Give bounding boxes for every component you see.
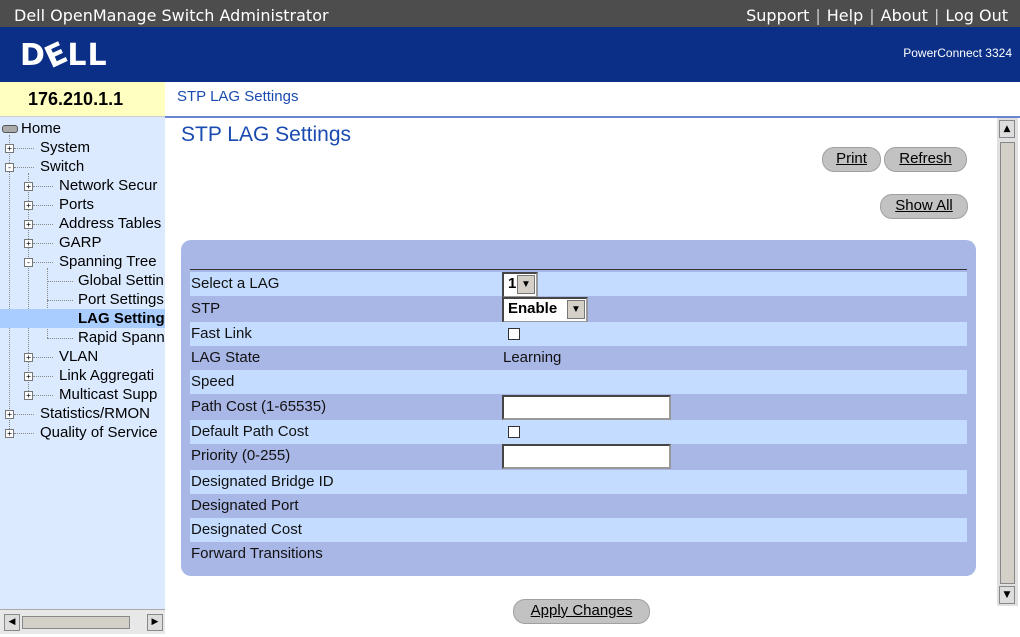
switch-ip-box: 176.210.1.1 (0, 82, 165, 117)
path-cost-input[interactable] (502, 395, 671, 420)
row-speed: Speed (190, 370, 967, 394)
scroll-left-icon[interactable]: ◀ (4, 614, 20, 631)
speed-label: Speed (191, 373, 235, 390)
tree-item-vlan[interactable]: VLAN (59, 347, 98, 366)
designated-port-label: Designated Port (191, 497, 299, 514)
expand-icon[interactable]: + (24, 372, 33, 381)
expand-icon[interactable]: + (5, 429, 14, 438)
logout-link[interactable]: Log Out (939, 6, 1014, 25)
tree-item-network-security[interactable]: Network Secur (59, 176, 157, 195)
product-name: PowerConnect 3324 (903, 46, 1012, 60)
main-content: STP LAG Settings Print Refresh Show All … (165, 118, 997, 637)
lag-select[interactable]: 1 ▼ (502, 272, 538, 298)
fast-link-label: Fast Link (191, 325, 252, 342)
scroll-right-icon[interactable]: ▶ (147, 614, 163, 631)
help-link[interactable]: Help (821, 6, 869, 25)
row-stp: STP Enable ▼ (190, 297, 967, 323)
tree-label-home: Home (21, 120, 62, 137)
header-banner: DELL PowerConnect 3324 (0, 27, 1020, 82)
switch-ip: 176.210.1.1 (28, 89, 124, 109)
row-select-lag: Select a LAG 1 ▼ (190, 272, 967, 298)
breadcrumb-text: STP LAG Settings (177, 88, 299, 105)
navigation-tree: Home + System - Switch + Network Secur +… (0, 117, 165, 609)
about-link[interactable]: About (875, 6, 934, 25)
stp-label: STP (191, 300, 221, 317)
row-lag-state: LAG State Learning (190, 346, 967, 370)
tree-item-link-aggregation[interactable]: Link Aggregati (59, 366, 154, 385)
tree-item-global-settings[interactable]: Global Settin (78, 271, 164, 290)
priority-input[interactable] (502, 444, 671, 469)
row-path-cost: Path Cost (1-65535) (190, 395, 967, 420)
tree-item-home[interactable]: Home (2, 119, 61, 138)
lag-state-value: Learning (503, 349, 562, 366)
tree-item-garp[interactable]: GARP (59, 233, 102, 252)
select-lag-label: Select a LAG (191, 275, 280, 292)
priority-label: Priority (0-255) (191, 447, 291, 464)
scroll-thumb[interactable] (22, 616, 130, 629)
stp-select[interactable]: Enable ▼ (502, 297, 588, 323)
row-designated-port: Designated Port (190, 494, 967, 518)
top-links: Support | Help | About | Log Out (740, 6, 1014, 25)
lag-select-value: 1 (508, 275, 517, 292)
collapse-icon[interactable]: - (24, 258, 33, 267)
expand-icon[interactable]: + (5, 410, 14, 419)
tree-item-multicast-support[interactable]: Multicast Supp (59, 385, 157, 404)
chevron-down-icon: ▼ (567, 300, 585, 319)
tree-item-qos[interactable]: Quality of Service (40, 423, 158, 442)
tree-item-spanning-tree[interactable]: Spanning Tree (59, 252, 157, 271)
lag-state-label: LAG State (191, 349, 261, 366)
tree-item-system[interactable]: System (40, 138, 90, 157)
default-path-cost-label: Default Path Cost (191, 423, 309, 440)
fast-link-checkbox[interactable] (508, 328, 520, 340)
expand-icon[interactable]: + (24, 182, 33, 191)
expand-icon[interactable]: + (5, 144, 14, 153)
tree-item-address-tables[interactable]: Address Tables (59, 214, 161, 233)
tree-item-port-settings[interactable]: Port Settings (78, 290, 164, 309)
expand-icon[interactable]: + (24, 391, 33, 400)
show-all-button[interactable]: Show All (880, 194, 968, 219)
row-fast-link: Fast Link (190, 322, 967, 346)
row-default-path-cost: Default Path Cost (190, 420, 967, 444)
collapse-icon (2, 125, 18, 134)
expand-icon[interactable]: + (24, 201, 33, 210)
stp-select-value: Enable (508, 300, 558, 317)
main-vertical-scrollbar[interactable]: ▲ ▼ (997, 118, 1018, 606)
expand-icon[interactable]: + (24, 353, 33, 362)
row-forward-transitions: Forward Transitions (190, 542, 967, 566)
support-link[interactable]: Support (740, 6, 815, 25)
tree-item-lag-settings[interactable]: LAG Settings (0, 309, 165, 328)
row-priority: Priority (0-255) (190, 444, 967, 469)
designated-bridge-id-label: Designated Bridge ID (191, 473, 334, 490)
row-designated-cost: Designated Cost (190, 518, 967, 542)
settings-form-panel: Select a LAG 1 ▼ STP Enable ▼ Fast Link … (181, 240, 976, 576)
tree-item-ports[interactable]: Ports (59, 195, 94, 214)
scroll-down-icon[interactable]: ▼ (999, 586, 1015, 604)
tree-item-statistics[interactable]: Statistics/RMON (40, 404, 150, 423)
app-title: Dell OpenManage Switch Administrator (14, 6, 329, 25)
expand-icon[interactable]: + (24, 220, 33, 229)
dell-logo: DELL (20, 35, 108, 76)
tree-horizontal-scrollbar[interactable]: ◀ ▶ (0, 609, 165, 634)
refresh-button[interactable]: Refresh (884, 147, 967, 172)
forward-transitions-label: Forward Transitions (191, 545, 323, 562)
designated-cost-label: Designated Cost (191, 521, 302, 538)
tree-item-rapid-spanning[interactable]: Rapid Spanni (78, 328, 165, 347)
expand-icon[interactable]: + (24, 239, 33, 248)
scroll-thumb[interactable] (1000, 142, 1015, 584)
row-designated-bridge-id: Designated Bridge ID (190, 470, 967, 494)
path-cost-label: Path Cost (1-65535) (191, 398, 327, 415)
print-button[interactable]: Print (822, 147, 881, 172)
tree-item-switch[interactable]: Switch (40, 157, 84, 176)
page-title: STP LAG Settings (181, 123, 352, 146)
apply-changes-button[interactable]: Apply Changes (513, 599, 650, 624)
window-title-bar: Dell OpenManage Switch Administrator Sup… (0, 0, 1020, 28)
default-path-cost-checkbox[interactable] (508, 426, 520, 438)
scroll-up-icon[interactable]: ▲ (999, 120, 1015, 138)
breadcrumb: STP LAG Settings (165, 82, 1020, 118)
collapse-icon[interactable]: - (5, 163, 14, 172)
chevron-down-icon: ▼ (517, 275, 535, 294)
